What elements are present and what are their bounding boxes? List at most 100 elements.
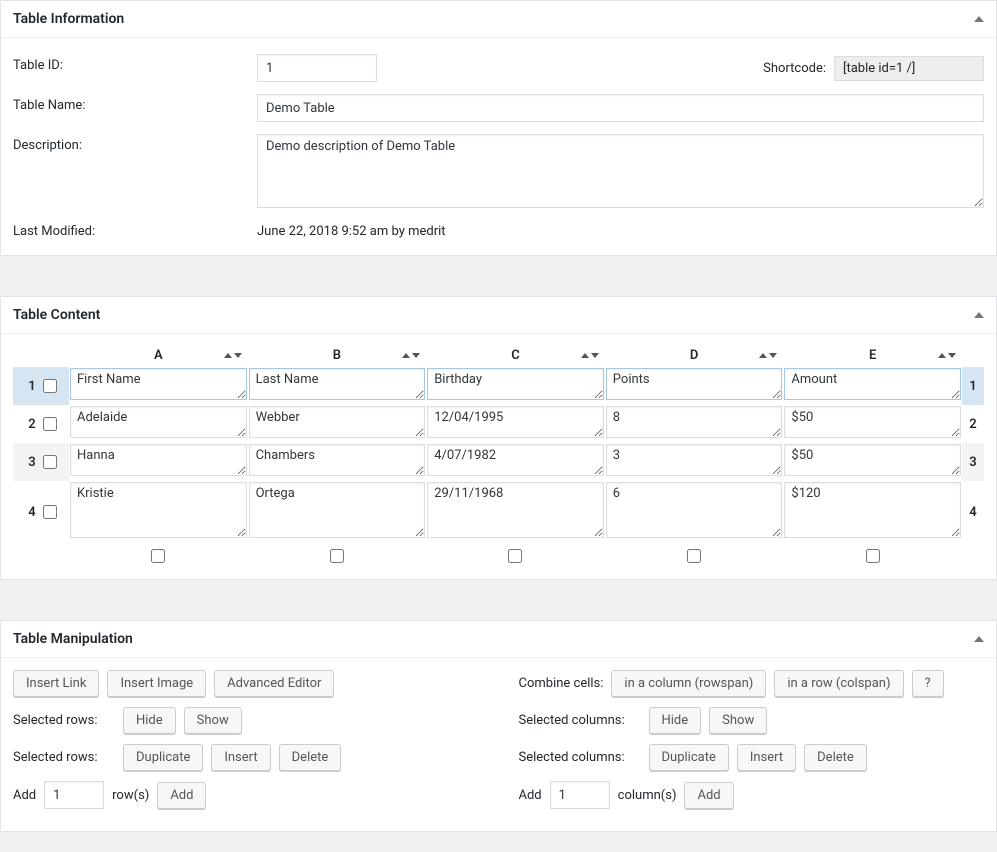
column-select-checkbox[interactable]: [151, 549, 165, 563]
collapse-icon[interactable]: [974, 636, 984, 642]
column-header-d[interactable]: D: [605, 344, 784, 367]
cell-input[interactable]: [427, 444, 604, 476]
sort-asc-icon[interactable]: [759, 353, 767, 358]
cell-input[interactable]: [784, 406, 961, 438]
row-select-checkbox[interactable]: [43, 417, 57, 431]
sort-desc-icon[interactable]: [591, 353, 599, 358]
sort-desc-icon[interactable]: [769, 353, 777, 358]
cell-input[interactable]: [784, 444, 961, 476]
duplicate-columns-button[interactable]: Duplicate: [649, 744, 729, 771]
table-cell: [69, 405, 248, 443]
cell-input[interactable]: [606, 368, 783, 400]
table-manipulation-body: Insert Link Insert Image Advanced Editor…: [1, 658, 996, 831]
table-cell: [605, 443, 784, 481]
cell-input[interactable]: [606, 406, 783, 438]
table-cell: [69, 367, 248, 405]
table-information-header[interactable]: Table Information: [1, 1, 996, 38]
insert-link-button[interactable]: Insert Link: [13, 670, 99, 697]
row-number-right: 2: [962, 405, 984, 443]
row-header: 4: [13, 481, 69, 543]
show-rows-button[interactable]: Show: [184, 707, 242, 734]
column-header-e[interactable]: E: [783, 344, 962, 367]
table-cell: [69, 481, 248, 543]
advanced-editor-button[interactable]: Advanced Editor: [214, 670, 334, 697]
table-name-input[interactable]: [257, 94, 984, 122]
cell-input[interactable]: [70, 368, 247, 400]
insert-rows-button[interactable]: Insert: [211, 744, 270, 771]
table-cell: [426, 443, 605, 481]
cell-input[interactable]: [70, 444, 247, 476]
insert-image-button[interactable]: Insert Image: [107, 670, 206, 697]
rows-suffix: row(s): [112, 788, 149, 803]
table-manipulation-panel: Table Manipulation Insert Link Insert Im…: [0, 620, 997, 832]
table-cell: [248, 405, 427, 443]
table-id-input[interactable]: [257, 54, 377, 82]
description-input[interactable]: [257, 134, 984, 208]
collapse-icon[interactable]: [974, 312, 984, 318]
table-content-body: A B C D E 1 1 2 2 3: [1, 334, 996, 579]
add-columns-button[interactable]: Add: [684, 782, 733, 809]
cell-input[interactable]: [249, 406, 426, 438]
sort-asc-icon[interactable]: [224, 353, 232, 358]
delete-rows-button[interactable]: Delete: [279, 744, 342, 771]
row-header: 2: [13, 405, 69, 443]
help-button[interactable]: ?: [912, 670, 944, 697]
cell-input[interactable]: [249, 444, 426, 476]
cell-input[interactable]: [606, 444, 783, 476]
sort-asc-icon[interactable]: [581, 353, 589, 358]
collapse-icon[interactable]: [974, 16, 984, 22]
table-cell: [69, 443, 248, 481]
add-columns-count-input[interactable]: [550, 781, 610, 809]
row-header: 1: [13, 367, 69, 405]
sort-desc-icon[interactable]: [234, 353, 242, 358]
column-header-b[interactable]: B: [248, 344, 427, 367]
row-select-checkbox[interactable]: [43, 505, 57, 519]
hide-rows-button[interactable]: Hide: [123, 707, 176, 734]
row-select-checkbox[interactable]: [43, 455, 57, 469]
table-manipulation-header[interactable]: Table Manipulation: [1, 621, 996, 658]
table-cell: [605, 367, 784, 405]
selected-rows-label: Selected rows:: [13, 713, 115, 728]
selected-rows-label: Selected rows:: [13, 750, 115, 765]
columns-suffix: column(s): [618, 788, 677, 803]
sort-asc-icon[interactable]: [402, 353, 410, 358]
cell-input[interactable]: [70, 482, 247, 538]
hide-columns-button[interactable]: Hide: [649, 707, 702, 734]
cell-input[interactable]: [784, 482, 961, 538]
cell-input[interactable]: [427, 482, 604, 538]
description-label: Description:: [13, 134, 257, 153]
colspan-button[interactable]: in a row (colspan): [774, 670, 903, 697]
add-rows-button[interactable]: Add: [157, 782, 206, 809]
delete-columns-button[interactable]: Delete: [804, 744, 867, 771]
combine-cells-label: Combine cells:: [519, 676, 604, 691]
column-select-checkbox[interactable]: [687, 549, 701, 563]
column-header-c[interactable]: C: [426, 344, 605, 367]
duplicate-rows-button[interactable]: Duplicate: [123, 744, 203, 771]
cell-input[interactable]: [427, 406, 604, 438]
table-cell: [783, 367, 962, 405]
cell-input[interactable]: [249, 482, 426, 538]
table-cell: [605, 405, 784, 443]
add-rows-count-input[interactable]: [44, 781, 104, 809]
sort-desc-icon[interactable]: [948, 353, 956, 358]
show-columns-button[interactable]: Show: [709, 707, 767, 734]
table-information-panel: Table Information Table ID: Shortcode: […: [0, 0, 997, 256]
sort-desc-icon[interactable]: [412, 353, 420, 358]
cell-input[interactable]: [249, 368, 426, 400]
row-select-checkbox[interactable]: [43, 379, 57, 393]
table-content-header[interactable]: Table Content: [1, 297, 996, 334]
rowspan-button[interactable]: in a column (rowspan): [611, 670, 766, 697]
cell-input[interactable]: [70, 406, 247, 438]
column-select-checkbox[interactable]: [330, 549, 344, 563]
cell-input[interactable]: [427, 368, 604, 400]
column-select-checkbox[interactable]: [866, 549, 880, 563]
table-grid: A B C D E 1 1 2 2 3: [13, 344, 984, 569]
column-select-checkbox[interactable]: [508, 549, 522, 563]
row-header: 3: [13, 443, 69, 481]
sort-asc-icon[interactable]: [938, 353, 946, 358]
shortcode-value: [table id=1 /]: [834, 56, 984, 81]
column-header-a[interactable]: A: [69, 344, 248, 367]
insert-columns-button[interactable]: Insert: [737, 744, 796, 771]
cell-input[interactable]: [784, 368, 961, 400]
cell-input[interactable]: [606, 482, 783, 538]
